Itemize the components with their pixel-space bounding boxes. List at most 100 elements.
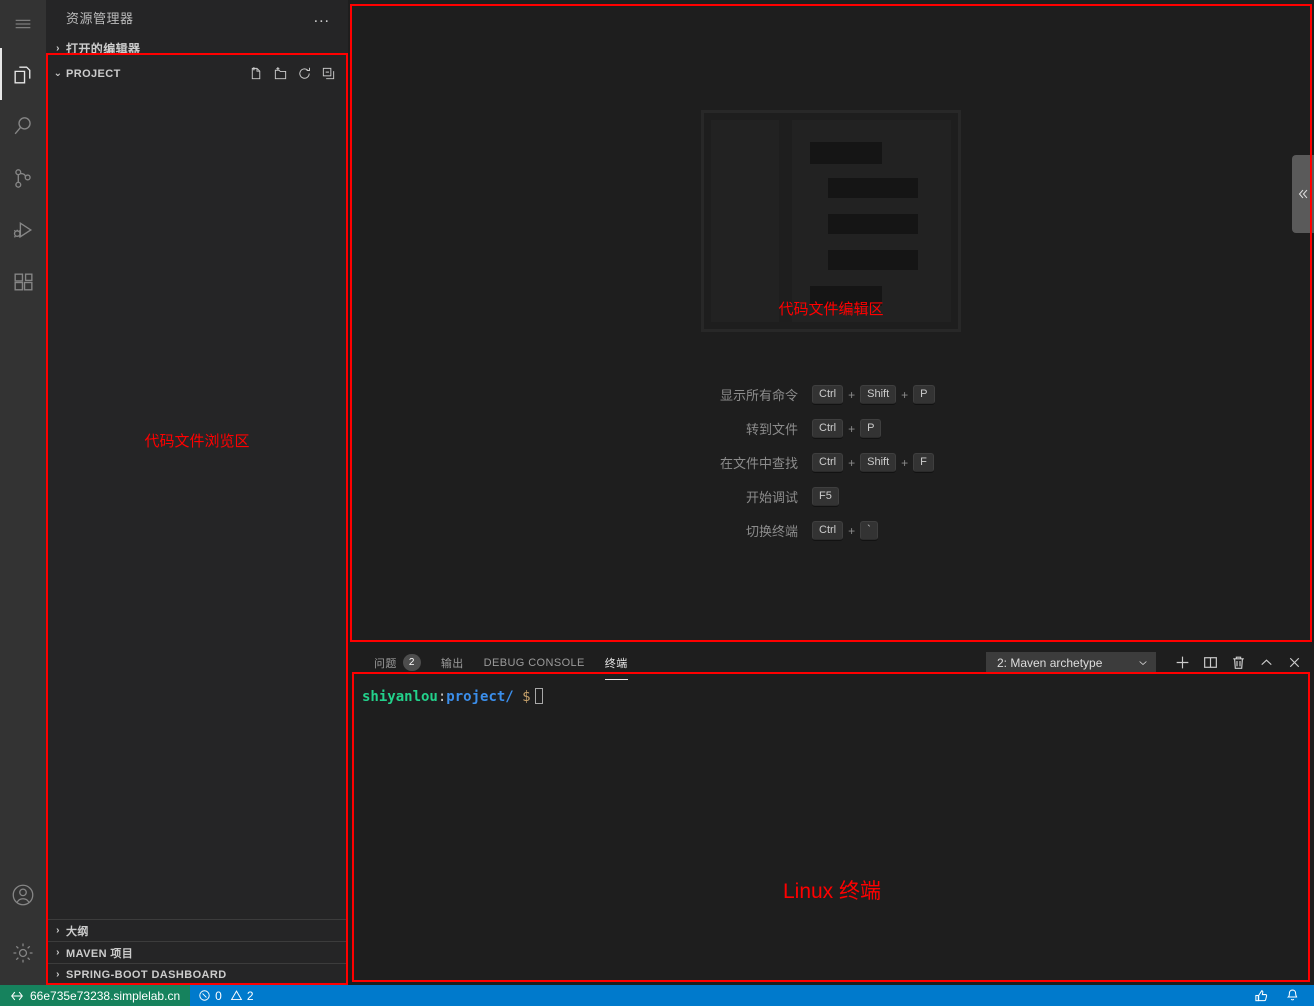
status-bar-right bbox=[1246, 985, 1314, 1006]
files-icon bbox=[11, 62, 36, 87]
shortcut-keys: Ctrl + Shift + P bbox=[812, 385, 935, 404]
accounts-button[interactable] bbox=[0, 869, 46, 921]
section-open-editors-label: 打开的编辑器 bbox=[66, 41, 141, 56]
shortcut-keys: Ctrl + Shift + F bbox=[812, 453, 934, 472]
section-outline[interactable]: › 大纲 bbox=[46, 919, 348, 941]
watermark-sidebar-block bbox=[711, 120, 779, 322]
split-terminal-icon[interactable] bbox=[1196, 649, 1224, 677]
new-file-icon[interactable] bbox=[246, 64, 266, 84]
chevron-double-left-icon[interactable] bbox=[1292, 155, 1314, 233]
run-and-debug-icon bbox=[11, 218, 36, 243]
section-maven-projects-label: MAVEN 项目 bbox=[66, 947, 134, 960]
tab-problems[interactable]: 问题 2 bbox=[364, 645, 431, 680]
chevron-down-icon: ⌄ bbox=[53, 68, 63, 79]
panel-actions: 2: Maven archetype bbox=[986, 649, 1308, 677]
tab-debug-console[interactable]: DEBUG CONSOLE bbox=[474, 645, 595, 680]
project-file-tree[interactable] bbox=[46, 86, 348, 929]
remote-icon bbox=[10, 989, 24, 1003]
key-separator: + bbox=[848, 387, 856, 402]
error-count: 0 bbox=[215, 988, 222, 1003]
shortcut-row: 开始调试 F5 bbox=[632, 487, 1032, 506]
section-maven-projects[interactable]: › MAVEN 项目 bbox=[46, 941, 348, 963]
key-cap: Ctrl bbox=[812, 385, 844, 404]
shortcut-label: 在文件中查找 bbox=[719, 456, 798, 471]
sidebar-item-debug[interactable] bbox=[0, 204, 46, 256]
new-folder-icon[interactable] bbox=[270, 64, 290, 84]
shortcut-keys: Ctrl + P bbox=[812, 419, 882, 438]
sidebar-item-explorer[interactable] bbox=[0, 48, 46, 100]
watermark-editor-block bbox=[792, 120, 951, 322]
account-icon bbox=[10, 882, 36, 908]
shortcut-label: 显示所有命令 bbox=[719, 388, 798, 403]
sidebar-item-search[interactable] bbox=[0, 100, 46, 152]
key-cap: Shift bbox=[860, 385, 897, 404]
shortcut-keys: F5 bbox=[812, 487, 839, 506]
key-separator: + bbox=[848, 455, 856, 470]
chevron-right-icon: › bbox=[56, 925, 60, 936]
key-separator: + bbox=[848, 523, 856, 538]
sidebar-item-source-control[interactable] bbox=[0, 152, 46, 204]
tab-terminal-label: 终端 bbox=[604, 657, 628, 670]
remote-host-indicator[interactable]: 66e735e73238.simplelab.cn bbox=[0, 985, 191, 1006]
search-icon bbox=[11, 114, 36, 139]
welcome-shortcuts-list: 显示所有命令 Ctrl + Shift + P 转到文件 Ctrl + P 在文 bbox=[350, 385, 1314, 540]
tab-terminal[interactable]: 终端 bbox=[595, 645, 638, 680]
chevron-right-icon: › bbox=[56, 42, 60, 54]
terminal-prompt-line: shiyanlou:project/ $ bbox=[362, 688, 1304, 705]
shortcut-row: 切换终端 Ctrl + ` bbox=[632, 521, 1032, 540]
section-outline-label: 大纲 bbox=[66, 925, 89, 938]
watermark-bar bbox=[810, 142, 882, 164]
section-project[interactable]: ⌄ PROJECT bbox=[46, 61, 348, 86]
gear-icon bbox=[10, 940, 36, 966]
editor-watermark-illustration: 代码文件编辑区 bbox=[701, 110, 961, 332]
hamburger-menu-icon[interactable] bbox=[0, 0, 46, 48]
source-control-icon bbox=[11, 166, 36, 191]
key-cap: F bbox=[913, 453, 934, 472]
section-project-label: PROJECT bbox=[66, 67, 121, 80]
watermark-bar bbox=[828, 250, 918, 270]
sidebar-item-extensions[interactable] bbox=[0, 256, 46, 308]
terminal-selector-dropdown[interactable]: 2: Maven archetype bbox=[986, 651, 1156, 674]
section-spring-boot-dashboard[interactable]: › SPRING-BOOT DASHBOARD bbox=[46, 963, 348, 985]
annotation-sidebar-label: 代码文件浏览区 bbox=[144, 433, 250, 450]
settings-button[interactable] bbox=[0, 921, 46, 985]
bell-icon[interactable] bbox=[1277, 985, 1314, 1006]
new-terminal-icon[interactable] bbox=[1168, 649, 1196, 677]
shortcut-row: 显示所有命令 Ctrl + Shift + P bbox=[632, 385, 1032, 404]
activity-bar bbox=[0, 0, 46, 985]
watermark-bar bbox=[828, 214, 918, 234]
key-cap: F5 bbox=[812, 487, 839, 506]
maximize-panel-icon[interactable] bbox=[1252, 649, 1280, 677]
kill-terminal-icon[interactable] bbox=[1224, 649, 1252, 677]
extensions-icon bbox=[11, 270, 36, 295]
key-separator: + bbox=[848, 421, 856, 436]
vscode-window: 资源管理器 ... › 打开的编辑器 ⌄ PROJECT › 大纲 › MAVE… bbox=[0, 0, 1314, 1006]
sidebar-more-actions-button[interactable]: ... bbox=[314, 9, 342, 25]
key-cap: Ctrl bbox=[812, 521, 844, 540]
key-separator: + bbox=[901, 455, 909, 470]
close-panel-icon[interactable] bbox=[1280, 649, 1308, 677]
refresh-icon[interactable] bbox=[294, 64, 314, 84]
key-cap: P bbox=[860, 419, 882, 438]
status-problems[interactable]: 0 2 bbox=[190, 985, 261, 1006]
problems-count-badge: 2 bbox=[402, 654, 421, 671]
editor-welcome-area: 代码文件编辑区 显示所有命令 Ctrl + Shift + P 转到文件 Ctr… bbox=[350, 0, 1314, 645]
warning-icon bbox=[230, 989, 243, 1002]
chevron-down-icon bbox=[1137, 657, 1149, 669]
tab-output[interactable]: 输出 bbox=[431, 645, 474, 680]
key-cap: ` bbox=[860, 521, 878, 540]
annotation-editor-label: 代码文件编辑区 bbox=[778, 301, 884, 318]
terminal-dollar: $ bbox=[522, 689, 531, 705]
terminal-user: shiyanlou bbox=[362, 689, 438, 705]
key-cap: Ctrl bbox=[812, 453, 844, 472]
tab-debug-console-label: DEBUG CONSOLE bbox=[483, 656, 585, 669]
feedback-icon[interactable] bbox=[1246, 985, 1277, 1006]
annotation-terminal-label: Linux 终端 bbox=[782, 880, 882, 903]
terminal-cursor bbox=[534, 688, 543, 704]
section-spring-boot-dashboard-label: SPRING-BOOT DASHBOARD bbox=[66, 968, 227, 981]
error-icon bbox=[198, 989, 211, 1002]
section-open-editors[interactable]: › 打开的编辑器 bbox=[46, 35, 348, 61]
terminal-view[interactable]: shiyanlou:project/ $ Linux 终端 bbox=[350, 680, 1314, 985]
collapse-all-icon[interactable] bbox=[318, 64, 338, 84]
key-separator: + bbox=[901, 387, 909, 402]
